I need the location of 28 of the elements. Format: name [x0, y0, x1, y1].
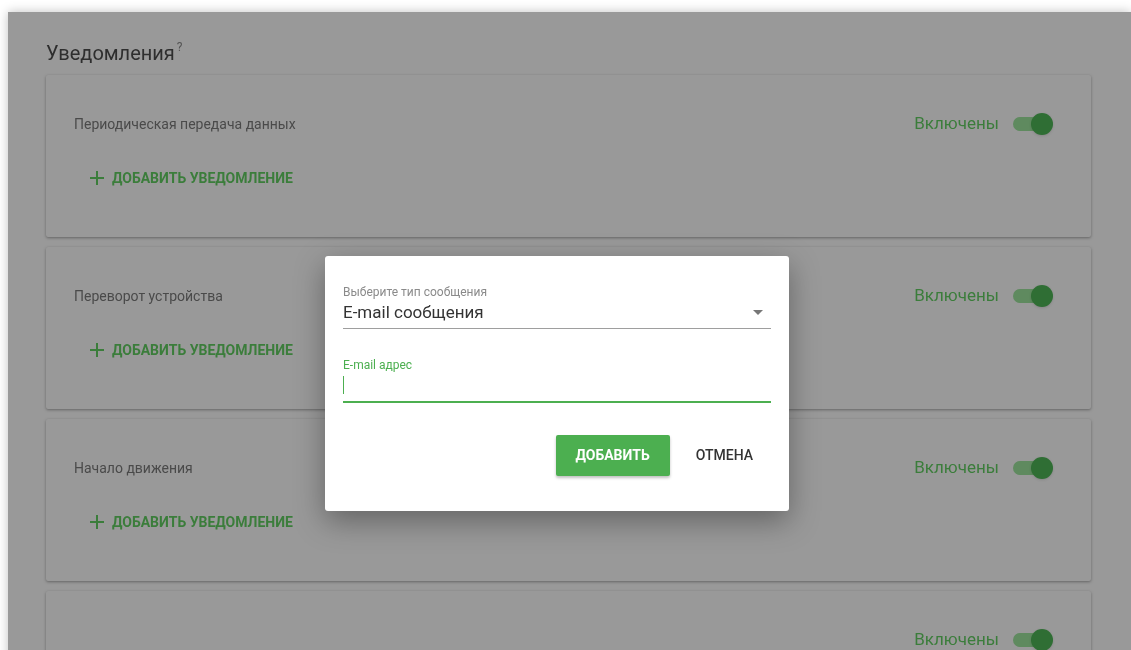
cancel-button[interactable]: ОТМЕНА	[679, 435, 769, 476]
select-value: E-mail сообщения	[343, 301, 484, 324]
status-label: Включены	[914, 456, 999, 480]
status-label: Включены	[914, 112, 999, 136]
add-button[interactable]: ДОБАВИТЬ	[555, 435, 670, 476]
toggle-switch[interactable]	[1013, 457, 1053, 479]
toggle-switch[interactable]	[1013, 629, 1053, 650]
status-label: Включены	[914, 628, 999, 650]
page-title: Уведомления	[46, 40, 175, 66]
text-cursor	[343, 376, 344, 394]
toggle-switch[interactable]	[1013, 285, 1053, 307]
message-type-select[interactable]: Выберите тип сообщения E-mail сообщения	[343, 284, 771, 329]
plus-icon	[90, 343, 104, 357]
plus-icon	[90, 515, 104, 529]
field-label: E-mail адрес	[343, 357, 414, 373]
add-notification-button[interactable]: ДОБАВИТЬ УВЕДОМЛЕНИЕ	[90, 166, 293, 190]
help-mark[interactable]: ?	[176, 40, 183, 54]
email-field[interactable]: E-mail адрес	[343, 357, 771, 403]
notification-name: Переворот устройства	[74, 286, 223, 306]
add-notification-button[interactable]: ДОБАВИТЬ УВЕДОМЛЕНИЕ	[90, 510, 293, 534]
notification-name: Периодическая передача данных	[74, 114, 296, 134]
notification-name: Начало движения	[74, 458, 193, 478]
select-label: Выберите тип сообщения	[343, 284, 488, 300]
status-label: Включены	[914, 284, 999, 308]
dropdown-arrow-icon	[753, 310, 763, 315]
add-notification-button[interactable]: ДОБАВИТЬ УВЕДОМЛЕНИЕ	[90, 338, 293, 362]
plus-icon	[90, 171, 104, 185]
toggle-switch[interactable]	[1013, 113, 1053, 135]
